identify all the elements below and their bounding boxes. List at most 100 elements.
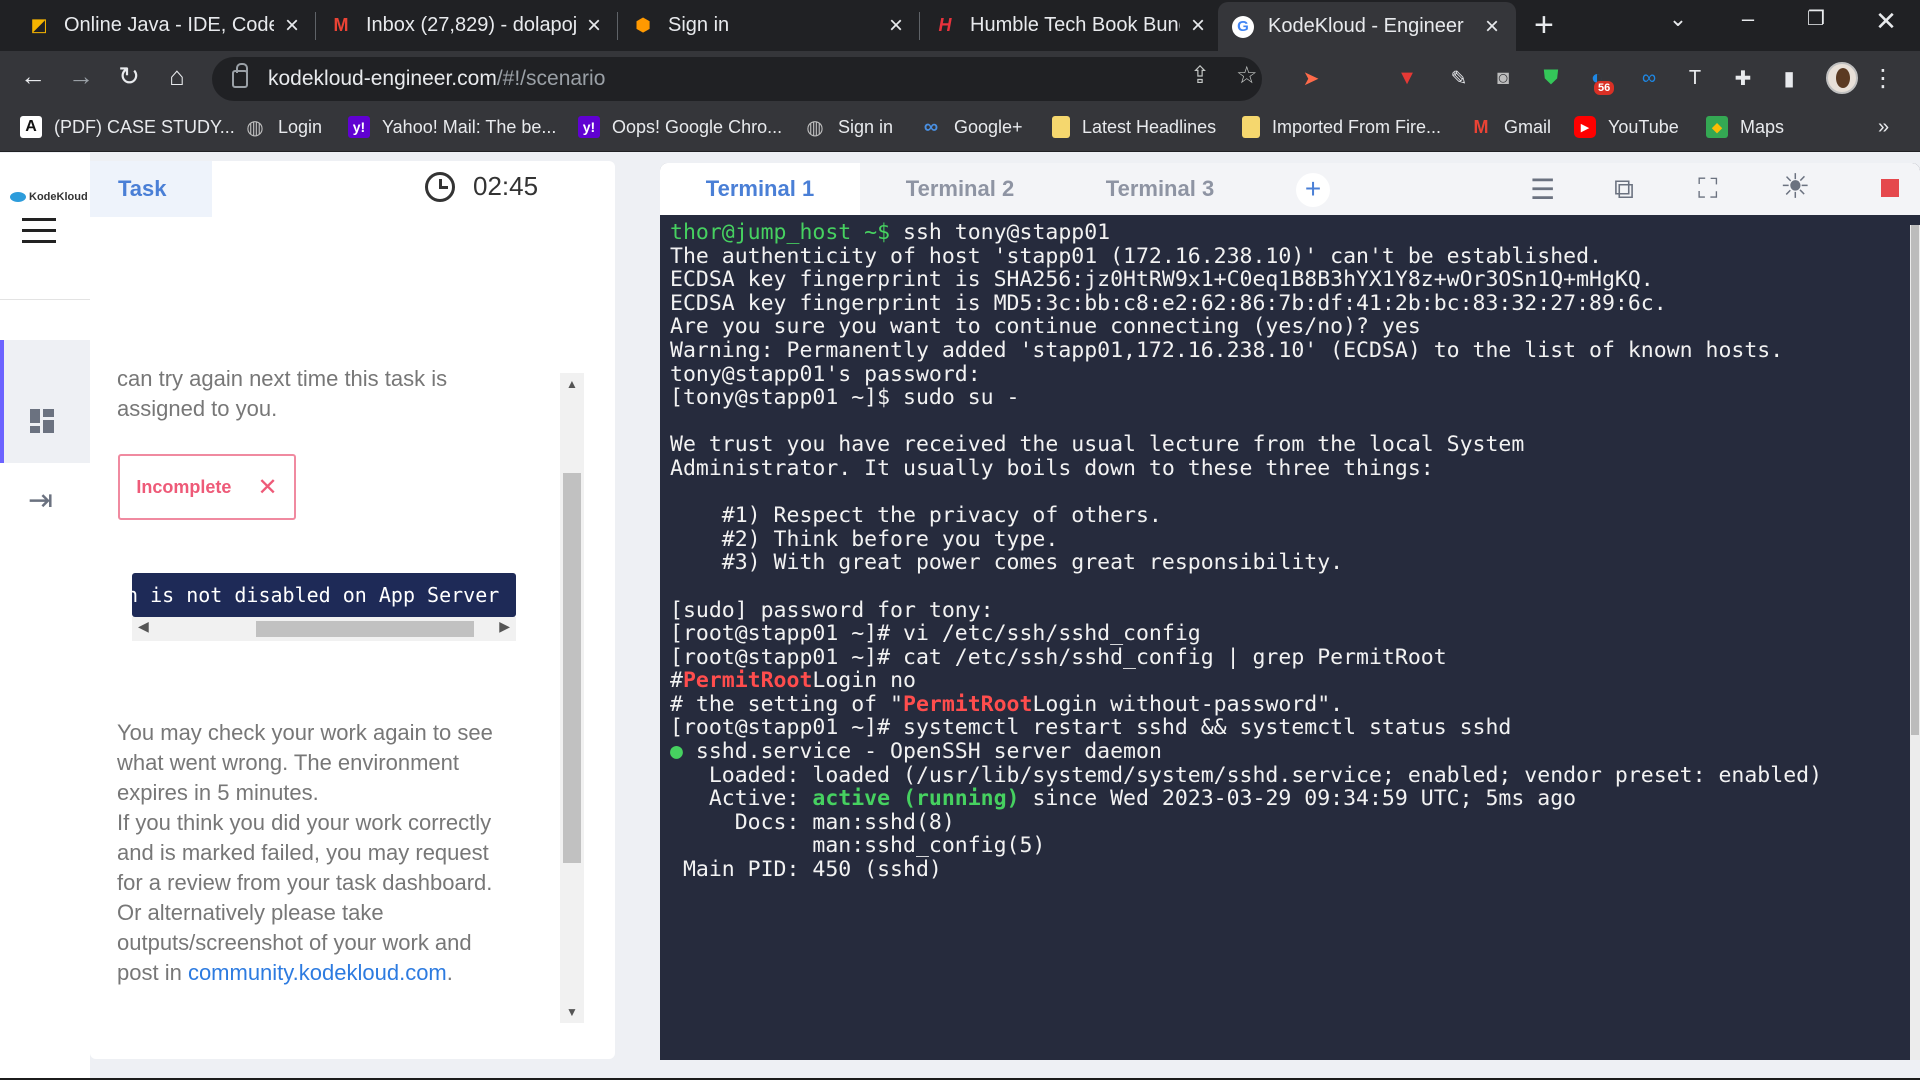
extension-pen-icon[interactable]: ✎ [1444,63,1474,93]
browser-tab-online-java[interactable]: ◩ Online Java - IDE, Code Ed × [14,0,316,51]
incomplete-status-badge[interactable]: Incomplete ✕ [118,454,296,520]
browser-tab-strip: ◩ Online Java - IDE, Code Ed × M Inbox (… [0,0,1920,51]
browser-tab-sign-in[interactable]: ⬢ Sign in × [618,0,920,51]
side-panel-icon[interactable]: ▮ [1774,63,1804,93]
bookmark-oops-google[interactable]: y! Oops! Google Chro... [578,116,782,138]
share-icon[interactable]: ⇪ [1190,61,1210,90]
menu-lines-icon[interactable]: ☰ [1530,173,1555,206]
code-horizontal-scrollbar[interactable]: ◀ ▶ [132,617,516,641]
stop-terminal-icon[interactable] [1881,179,1899,197]
bookmark-star-icon[interactable]: ☆ [1236,61,1258,90]
bookmark-login[interactable]: ◍ Login [244,116,322,139]
bookmark-yahoo-mail[interactable]: y! Yahoo! Mail: The be... [348,116,556,138]
online-java-favicon: ◩ [30,15,48,35]
code-snippet: n is not disabled on App Server [132,573,516,617]
terminal-line: Loaded: loaded (/usr/lib/systemd/system/… [670,762,1823,788]
close-x-icon[interactable]: ✕ [257,473,277,502]
close-tab-icon[interactable]: × [1188,12,1208,40]
forward-arrow-icon[interactable]: → [64,61,98,92]
scroll-left-arrow-icon[interactable]: ◀ [138,618,149,635]
browser-tab-gmail[interactable]: M Inbox (27,829) - dolapojol × [316,0,618,51]
tab-title: Humble Tech Book Bundle [970,14,1180,36]
more-bookmarks-chevron-icon[interactable]: » [1878,116,1889,139]
home-icon[interactable]: ⌂ [160,61,194,92]
extension-shield-icon[interactable]: ⛊ [1536,63,1566,93]
reload-icon[interactable]: ↻ [112,61,146,92]
close-tab-icon[interactable]: × [1482,13,1502,41]
bookmark-youtube[interactable]: ▶ YouTube [1574,116,1679,138]
task-text: and is marked failed, you may request [117,840,489,865]
bookmark-sign-in[interactable]: ◍ Sign in [804,116,893,139]
bookmark-maps[interactable]: ⬥ Maps [1706,116,1784,138]
browser-tab-humble[interactable]: H Humble Tech Book Bundle × [920,0,1222,51]
extension-badge: 56 [1594,81,1615,95]
close-tab-icon[interactable]: × [886,12,906,40]
new-tab-button[interactable]: + [1534,8,1554,42]
tab-title: KodeKloud - Engineer [1268,15,1464,37]
terminal-line: Active: [670,786,813,812]
scroll-thumb[interactable] [256,621,474,637]
terminal-line: #3) With great power comes great respons… [670,550,1344,576]
task-vertical-scrollbar[interactable]: ▲ ▼ [560,373,584,1023]
terminal-line: #PermitRootLogin no [670,669,1900,693]
terminal-line: #1) Respect the privacy of others. [670,503,1162,529]
tab-terminal-1[interactable]: Terminal 1 [660,163,860,215]
nav-item-dashboard[interactable] [0,340,90,463]
terminal-output[interactable]: thor@jump_host ~$ ssh tony@stapp01 The au… [660,215,1910,1060]
close-tab-icon[interactable]: × [584,12,604,40]
back-arrow-icon[interactable]: ← [16,61,50,92]
scroll-thumb[interactable] [563,473,581,863]
extension-arrow-icon[interactable]: ➤ [1296,63,1326,93]
terminal-panel: Terminal 1 Terminal 2 Terminal 3 + ☰ ⧉ ⛶… [660,163,1920,1060]
task-tab[interactable]: Task [90,161,212,217]
scroll-right-arrow-icon[interactable]: ▶ [499,618,510,635]
bookmark-latest-headlines[interactable]: Latest Headlines [1052,116,1216,138]
status-label: Incomplete [136,476,232,497]
minimize-button[interactable]: – [1728,6,1768,32]
scroll-down-arrow-icon[interactable]: ▼ [566,1005,578,1019]
scroll-up-arrow-icon[interactable]: ▲ [566,377,578,391]
community-link[interactable]: community.kodekloud.com [188,960,447,985]
close-tab-icon[interactable]: × [282,12,302,40]
scroll-thumb[interactable] [1911,225,1919,735]
tab-search-icon[interactable]: ⌄ [1658,6,1698,32]
extensions-puzzle-icon[interactable]: ✚ [1728,63,1758,93]
profile-avatar[interactable] [1826,62,1858,94]
terminal-line: # [670,668,683,694]
extension-text-icon[interactable]: T [1680,63,1710,93]
restore-button[interactable]: ❐ [1796,6,1836,31]
tab-terminal-3[interactable]: Terminal 3 [1060,163,1260,215]
bookmark-pdf-case-study[interactable]: A (PDF) CASE STUDY... [20,116,235,138]
tab-terminal-2[interactable]: Terminal 2 [860,163,1060,215]
address-bar[interactable]: kodekloud-engineer.com/#!/scenario [212,57,1262,101]
terminal-scrollbar[interactable] [1910,225,1920,1060]
bookmark-google-plus[interactable]: ∞ Google+ [920,116,1023,138]
terminal-line: We trust you have received the usual lec… [670,432,1525,458]
kodekloud-page: KodeKloud ⇥ Task 02:45 can try again nex… [0,153,1920,1080]
add-terminal-button[interactable]: + [1296,173,1330,207]
terminal-line: ECDSA key fingerprint is SHA256:jz0HtRW9… [670,267,1654,293]
task-text: assigned to you. [117,396,278,421]
extension-bookmark-icon[interactable]: ▼ [1392,63,1422,93]
maps-icon: ⬥ [1706,116,1728,138]
terminal-line: [tony@stapp01 ~]$ sudo su - [670,385,1020,411]
terminal-line: tony@stapp01's password: [670,361,981,387]
more-menu-icon[interactable]: ⋮ [1868,63,1898,93]
bookmark-gmail[interactable]: M Gmail [1470,116,1552,138]
aws-favicon: ⬢ [635,15,651,35]
bookmark-imported-firefox[interactable]: Imported From Fire... [1242,116,1441,138]
open-external-icon[interactable]: ⧉ [1614,173,1634,206]
close-window-button[interactable]: ✕ [1866,6,1906,37]
extension-infinity-icon[interactable]: ∞ [1634,63,1664,93]
extension-camera-icon[interactable]: ◙ [1488,63,1518,93]
bookmarks-bar: A (PDF) CASE STUDY... ◍ Login y! Yahoo! Mai… [0,106,1920,152]
terminal-line: [sudo] password for tony: [670,597,994,623]
fullscreen-icon[interactable]: ⛶ [1698,173,1718,206]
terminal-line: Administrator. It usually boils down to … [670,455,1434,481]
dashboard-icon[interactable] [30,409,54,433]
brightness-icon[interactable]: ☀ [1780,167,1810,207]
hamburger-menu-icon[interactable] [22,218,56,251]
academia-icon: A [20,116,42,138]
browser-tab-kodekloud[interactable]: G KodeKloud - Engineer × [1218,2,1516,51]
exit-icon[interactable]: ⇥ [28,483,53,518]
